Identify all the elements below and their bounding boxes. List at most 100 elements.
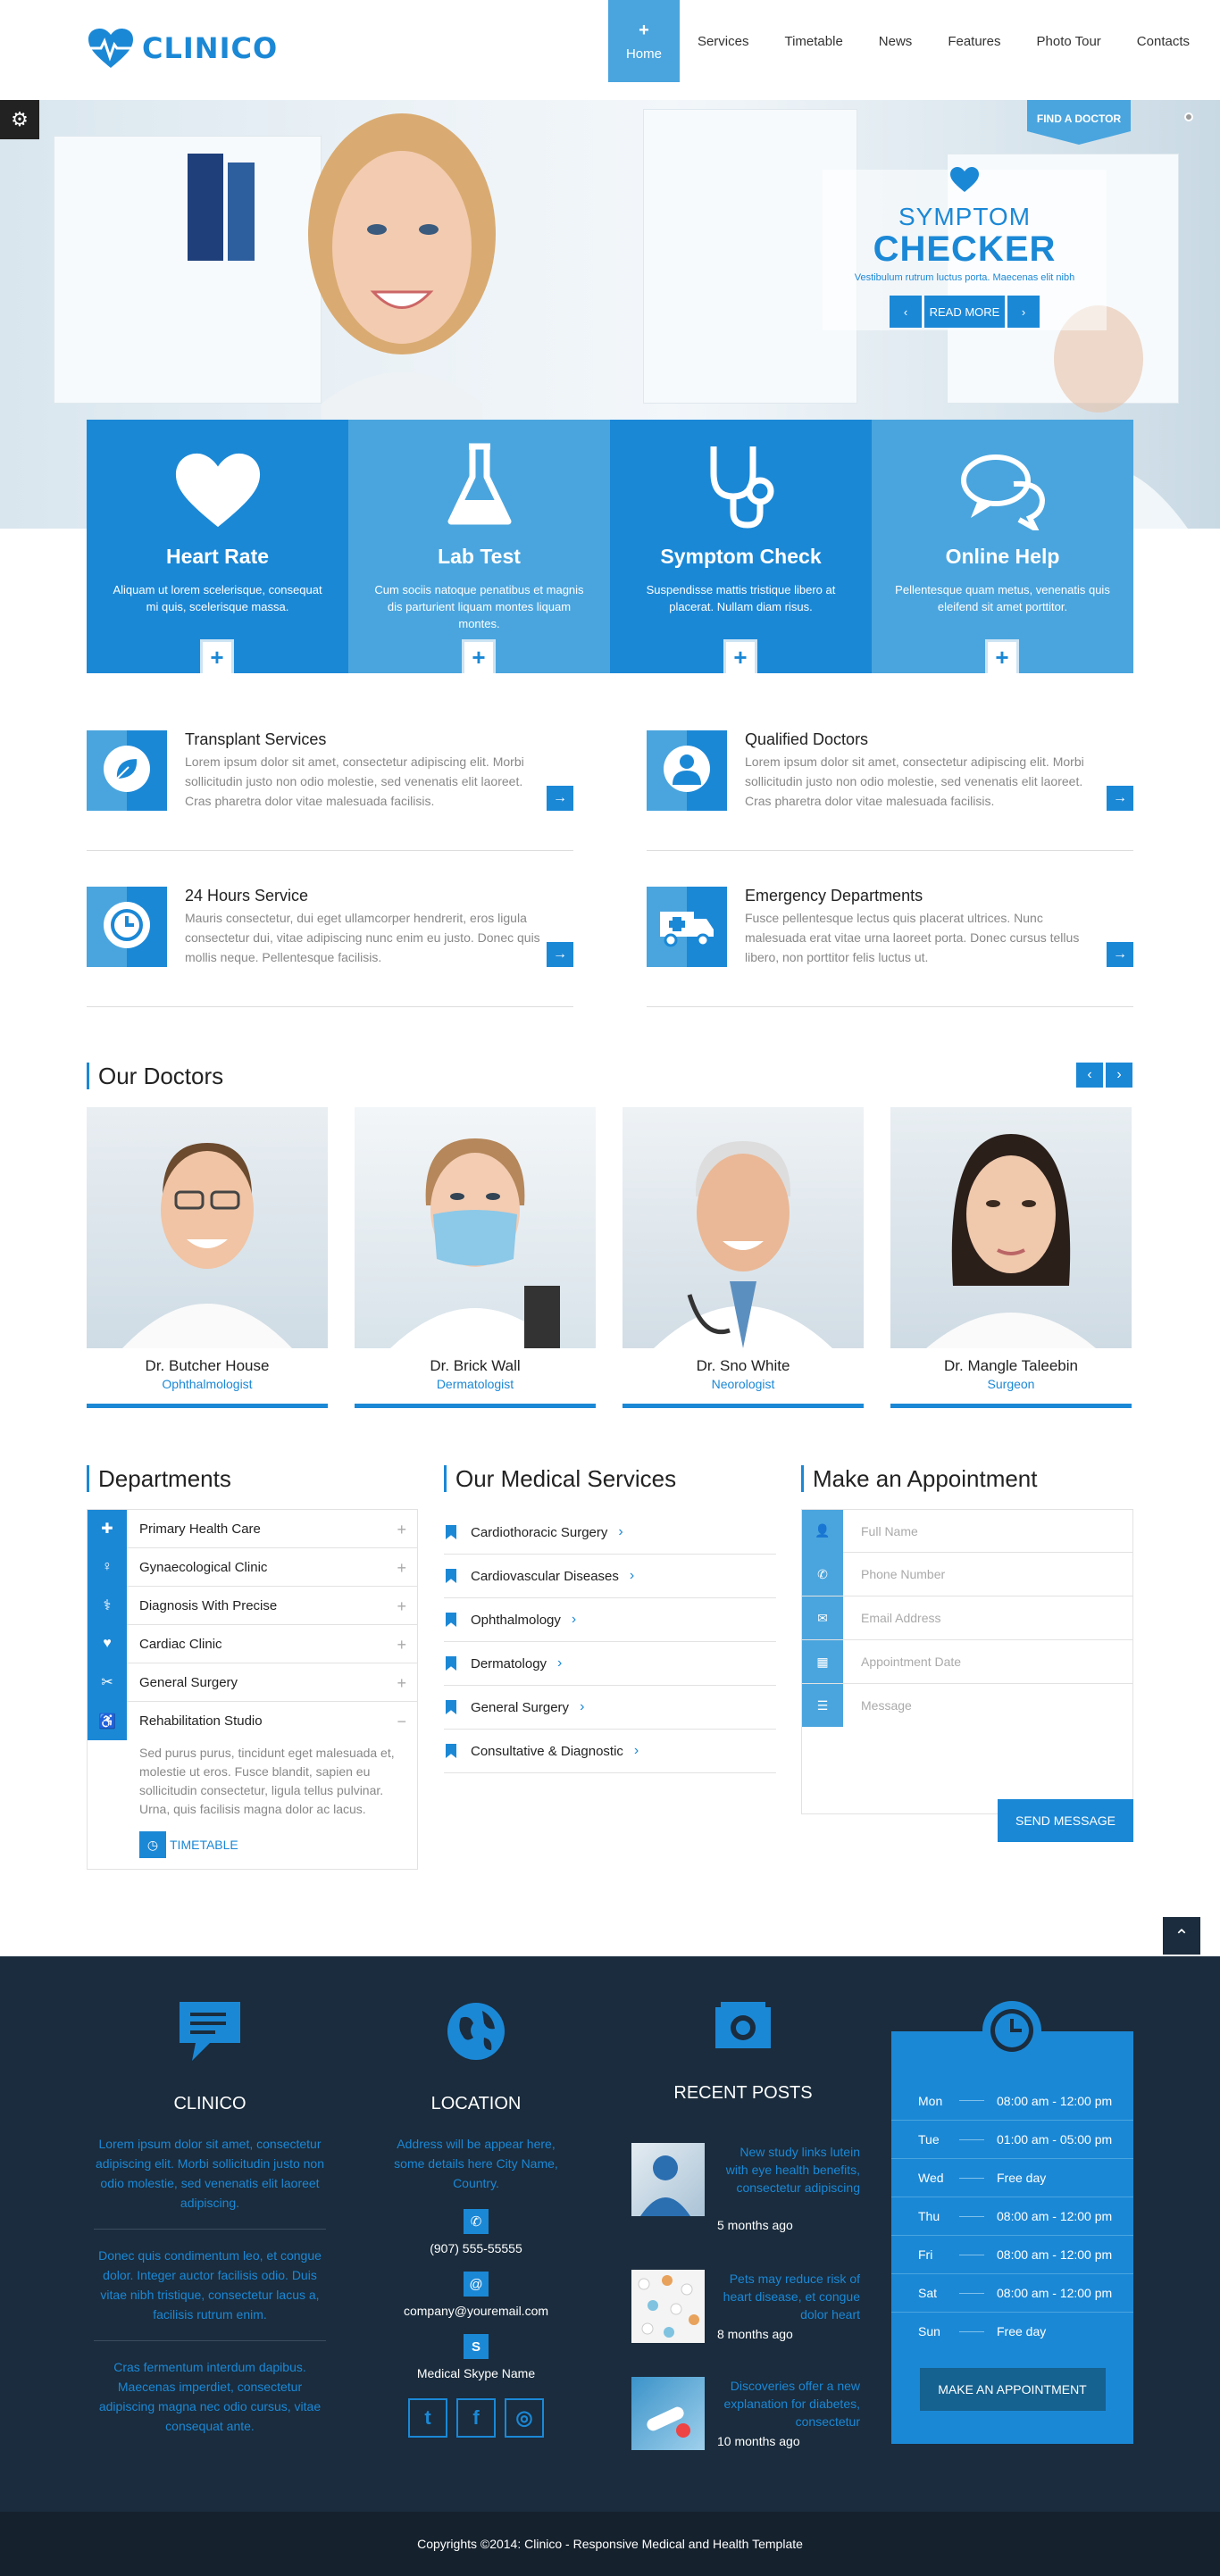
medical-service-item[interactable]: Dermatology › (444, 1642, 776, 1686)
feature-lab-test[interactable]: Lab Test Cum sociis natoque penatibus et… (348, 420, 610, 673)
message-field[interactable]: ☰ Message (801, 1684, 1133, 1814)
department-item[interactable]: ✚ Primary Health Care + (88, 1509, 417, 1548)
hours-day: Tue (918, 2132, 940, 2147)
phone-number-field[interactable]: ✆ Phone Number (801, 1553, 1133, 1596)
facebook-icon[interactable]: f (456, 2398, 496, 2438)
department-item[interactable]: ♀ Gynaecological Clinic + (88, 1547, 417, 1587)
medical-service-label: Cardiovascular Diseases (471, 1568, 619, 1584)
copyright-bar: Copyrights ©2014: Clinico - Responsive M… (0, 2512, 1220, 2576)
hours-row: Fri 08:00 am - 12:00 pm (891, 2235, 1133, 2273)
twitter-icon[interactable]: t (408, 2398, 447, 2438)
user-icon: 👤 (802, 1509, 843, 1553)
plus-icon[interactable]: + (723, 639, 757, 673)
feature-title: Lab Test (438, 545, 521, 568)
expand-plus-icon[interactable]: + (397, 1597, 406, 1616)
doctor-card[interactable]: Dr. Butcher House Ophthalmologist (87, 1107, 328, 1408)
collapse-minus-icon[interactable]: − (397, 1713, 406, 1731)
chevron-right-icon: › (580, 1699, 585, 1714)
full-name-field[interactable]: 👤 Full Name (801, 1509, 1133, 1553)
department-item[interactable]: ✂ General Surgery + (88, 1663, 417, 1702)
next-slide-button[interactable]: › (1007, 296, 1040, 328)
scroll-to-top-icon[interactable]: ⌃ (1163, 1917, 1200, 1955)
medical-service-label: Dermatology (471, 1655, 547, 1671)
nav-home[interactable]: + Home (607, 0, 680, 82)
expand-plus-icon[interactable]: + (397, 1559, 406, 1578)
symptom-checker-box: SYMPTOM CHECKER Vestibulum rutrum luctus… (823, 167, 1107, 330)
footer-location: LOCATION Address will be appear here, so… (363, 1998, 589, 2438)
recent-post[interactable]: New study links lutein with eye health b… (631, 2143, 860, 2232)
nav-services[interactable]: Services (680, 0, 767, 82)
send-message-button[interactable]: SEND MESSAGE (998, 1799, 1133, 1842)
service-icon-box (87, 887, 167, 967)
department-label: General Surgery (139, 1674, 238, 1690)
hours-day: Thu (918, 2209, 940, 2223)
department-label: Rehabilitation Studio (139, 1713, 263, 1729)
divider (959, 2292, 984, 2294)
chevron-left-icon[interactable]: ‹ (1076, 1063, 1103, 1088)
expand-plus-icon[interactable]: + (397, 1636, 406, 1655)
nav-news[interactable]: News (861, 0, 931, 82)
female-icon: ♀ (88, 1547, 127, 1587)
doctor-role: Ophthalmologist (162, 1377, 253, 1391)
recent-post[interactable]: Pets may reduce risk of heart disease, e… (631, 2270, 860, 2355)
field-placeholder: Email Address (861, 1611, 941, 1625)
footer-email[interactable]: company@youremail.com (363, 2304, 589, 2318)
plus-icon[interactable]: + (985, 639, 1019, 673)
copyright-text: Copyrights ©2014: Clinico - Responsive M… (417, 2537, 803, 2551)
prev-slide-button[interactable]: ‹ (890, 296, 922, 328)
expand-plus-icon[interactable]: + (397, 1521, 406, 1539)
divider (647, 850, 1133, 851)
instagram-icon[interactable]: ◎ (505, 2398, 544, 2438)
divider (94, 2340, 326, 2341)
arrow-right-icon[interactable]: → (1107, 786, 1133, 811)
hours-time: 08:00 am - 12:00 pm (997, 2286, 1113, 2300)
settings-gear-icon[interactable]: ⚙ (0, 100, 39, 139)
department-item[interactable]: ♥ Cardiac Clinic + (88, 1624, 417, 1663)
logo[interactable]: CLINICO (87, 27, 278, 70)
doctor-card[interactable]: Dr. Mangle Taleebin Surgeon (890, 1107, 1132, 1408)
feature-title: Symptom Check (660, 545, 822, 568)
doctor-card[interactable]: Dr. Sno White Neorologist (623, 1107, 864, 1408)
service-icon-box (87, 730, 167, 811)
arrow-right-icon[interactable]: → (1107, 942, 1133, 967)
nav-features[interactable]: Features (930, 0, 1018, 82)
feature-online-help[interactable]: Online Help Pellentesque quam metus, ven… (872, 420, 1133, 673)
section-title-appointment: Make an Appointment (801, 1465, 1038, 1492)
arrow-right-icon[interactable]: → (547, 942, 573, 967)
feature-symptom-check[interactable]: Symptom Check Suspendisse mattis tristiq… (610, 420, 872, 673)
recent-post[interactable]: Discoveries offer a new explanation for … (631, 2377, 860, 2463)
footer-skype: Medical Skype Name (416, 2366, 536, 2380)
appointment-date-field[interactable]: ▦ Appointment Date (801, 1640, 1133, 1684)
timetable-link[interactable]: ◷ TIMETABLE (139, 1831, 399, 1858)
bookmark-icon (446, 1700, 456, 1714)
medical-service-item[interactable]: Consultative & Diagnostic › (444, 1730, 776, 1773)
make-appointment-button[interactable]: MAKE AN APPOINTMENT (919, 2368, 1106, 2411)
department-item[interactable]: ⚕ Diagnosis With Precise + (88, 1586, 417, 1625)
plus-icon[interactable]: + (200, 639, 234, 673)
nav-contacts[interactable]: Contacts (1119, 0, 1220, 82)
nav-timetable[interactable]: Timetable (766, 0, 860, 82)
service-title: Transplant Services (185, 730, 327, 748)
nav-photo-tour[interactable]: Photo Tour (1019, 0, 1119, 82)
doctor-underline (890, 1404, 1132, 1408)
read-more-button[interactable]: READ MORE (924, 296, 1005, 328)
expand-plus-icon[interactable]: + (397, 1674, 406, 1693)
medical-service-item[interactable]: Cardiovascular Diseases › (444, 1555, 776, 1598)
chevron-right-icon[interactable]: › (1106, 1063, 1132, 1088)
hours-day: Sun (918, 2324, 940, 2338)
slider-dot[interactable] (1184, 113, 1193, 121)
chat-icon (960, 454, 1045, 530)
medical-service-item[interactable]: Cardiothoracic Surgery › (444, 1511, 776, 1555)
medical-service-item[interactable]: General Surgery › (444, 1686, 776, 1730)
camera-icon (715, 2002, 771, 2048)
doctor-card[interactable]: Dr. Brick Wall Dermatologist (355, 1107, 596, 1408)
medical-service-item[interactable]: Ophthalmology › (444, 1598, 776, 1642)
arrow-right-icon[interactable]: → (547, 786, 573, 811)
email-address-field[interactable]: ✉ Email Address (801, 1596, 1133, 1640)
department-item-open[interactable]: ♿ Rehabilitation Studio − (88, 1702, 417, 1740)
hours-day: Wed (918, 2171, 944, 2185)
footer-recent-posts: RECENT POSTS (631, 1998, 855, 2104)
plus-icon[interactable]: + (462, 639, 496, 673)
feature-heart-rate[interactable]: Heart Rate Aliquam ut lorem scelerisque,… (87, 420, 348, 673)
footer-clinico: CLINICO Lorem ipsum dolor sit amet, cons… (94, 1998, 326, 2436)
